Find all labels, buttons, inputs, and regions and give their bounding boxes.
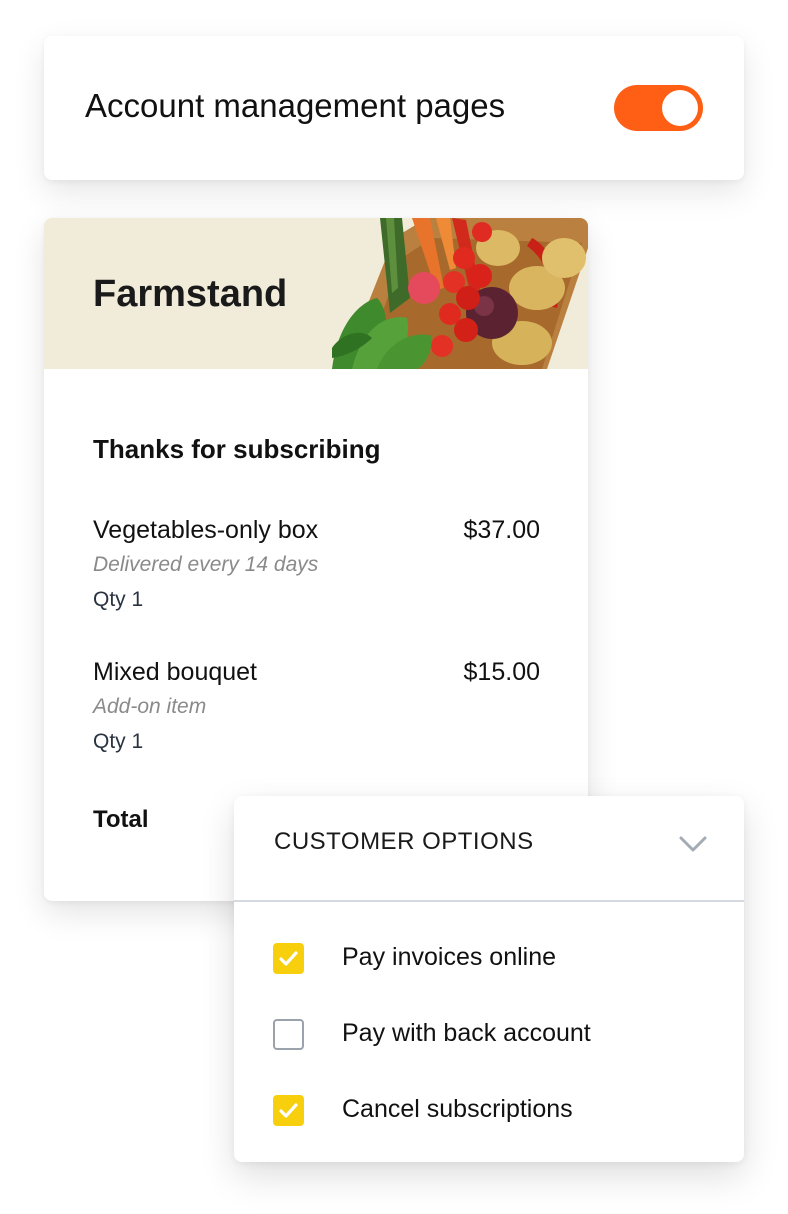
checkbox[interactable] [273,943,304,974]
item-description: Delivered every 14 days [93,553,319,576]
account-management-card: Account management pages [44,36,744,180]
item-name: Vegetables-only box [93,516,319,544]
toggle-knob [662,90,698,126]
customer-options-panel: CUSTOMER OPTIONS Pay invoices online Pay… [234,796,744,1162]
option-cancel-subscriptions[interactable]: Cancel subscriptions [273,1091,713,1131]
receipt-banner: Farmstand [44,218,588,369]
item-quantity: Qty 1 [93,730,144,753]
item-name: Mixed bouquet [93,658,258,686]
receipt-heading: Thanks for subscribing [93,434,381,464]
checkmark-icon [279,1103,298,1118]
customer-options-header[interactable]: CUSTOMER OPTIONS [234,796,744,902]
item-description: Add-on item [93,695,207,718]
total-label: Total [93,806,149,833]
option-label: Pay invoices online [342,943,557,971]
chevron-down-icon [679,836,707,852]
page: Account management pages Farmstand Thank… [0,0,788,1214]
account-management-toggle[interactable] [614,85,703,131]
option-pay-with-back-account[interactable]: Pay with back account [273,1015,713,1055]
checkbox[interactable] [273,1095,304,1126]
toggle-label: Account management pages [85,87,506,124]
checkbox[interactable] [273,1019,304,1050]
option-label: Cancel subscriptions [342,1095,573,1123]
item-price: $15.00 [463,658,540,686]
vegetable-crate-image [332,218,588,369]
brand-name: Farmstand [93,273,288,315]
item-price: $37.00 [463,516,540,544]
option-label: Pay with back account [342,1019,591,1047]
customer-options-title: CUSTOMER OPTIONS [274,828,534,855]
checkmark-icon [279,951,298,966]
item-quantity: Qty 1 [93,588,144,611]
option-pay-invoices-online[interactable]: Pay invoices online [273,939,713,979]
